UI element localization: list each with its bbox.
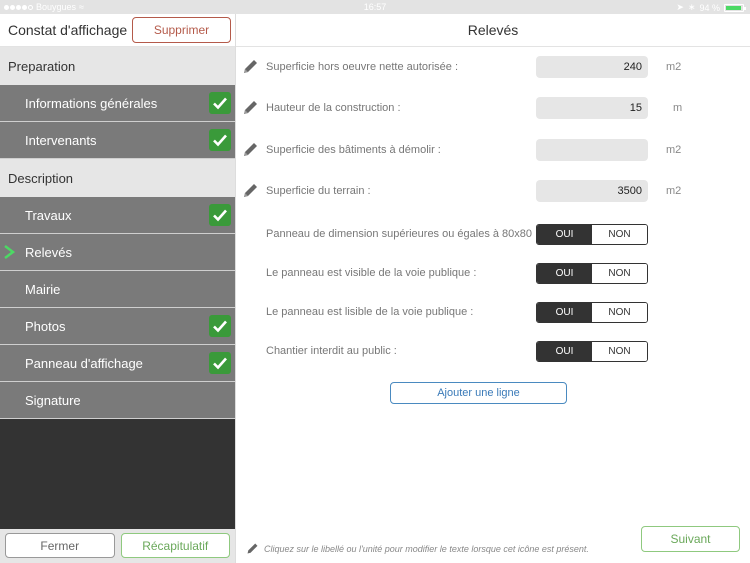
field-label[interactable]: Superficie des bâtiments à démolir : <box>266 144 441 156</box>
bluetooth-icon: ∗ <box>687 2 696 12</box>
checkmark-icon <box>209 352 231 374</box>
yes-no-toggle: OUI NON <box>536 223 648 245</box>
sidebar-item-label: Travaux <box>25 207 72 223</box>
sidebar-title: Constat d'affichage <box>8 22 128 38</box>
sidebar-item-signature[interactable]: Signature <box>0 382 235 419</box>
field-row: Superficie hors oeuvre nette autorisée :… <box>236 55 750 79</box>
toggle-row: Le panneau est visible de la voie publiq… <box>236 261 750 285</box>
toggle-label: Le panneau est visible de la voie publiq… <box>266 267 477 279</box>
yes-no-toggle: OUI NON <box>536 301 648 323</box>
sidebar-footer: Fermer Récapitulatif <box>0 529 235 563</box>
field-unit[interactable]: m2 <box>666 61 681 73</box>
field-label[interactable]: Superficie du terrain : <box>266 185 371 197</box>
page-title: Relevés <box>236 14 750 47</box>
sidebar-header: Constat d'affichage Supprimer <box>0 14 235 47</box>
field-label[interactable]: Superficie hors oeuvre nette autorisée : <box>266 61 458 73</box>
option-non[interactable]: NON <box>592 302 647 322</box>
pencil-icon[interactable] <box>242 58 259 75</box>
sidebar-item-mairie[interactable]: Mairie <box>0 271 235 308</box>
hint-text: Cliquez sur le libellé ou l'unité pour m… <box>264 543 589 554</box>
toggle-label: Le panneau est lisible de la voie publiq… <box>266 306 474 318</box>
field-unit[interactable]: m <box>673 102 682 114</box>
field-row: Superficie des bâtiments à démolir : m2 <box>236 138 750 162</box>
hint: Cliquez sur le libellé ou l'unité pour m… <box>246 542 589 555</box>
sidebar-item-label: Photos <box>25 318 66 334</box>
status-bar: Bouygues ≈ 16:57 ➤ ∗ 94 % <box>0 0 750 14</box>
pencil-icon[interactable] <box>242 182 259 199</box>
option-oui[interactable]: OUI <box>537 263 592 283</box>
main-panel: Relevés Superficie hors oeuvre nette aut… <box>235 14 750 563</box>
option-oui[interactable]: OUI <box>537 302 592 322</box>
sidebar-item-informations-generales[interactable]: Informations générales <box>0 85 235 122</box>
battery-percent: 94 % <box>699 2 720 13</box>
delete-button[interactable]: Supprimer <box>132 17 231 43</box>
sidebar-item-panneau-affichage[interactable]: Panneau d'affichage <box>0 345 235 382</box>
sidebar-item-photos[interactable]: Photos <box>0 308 235 345</box>
field-unit[interactable]: m2 <box>666 144 681 156</box>
sidebar-item-label: Signature <box>25 392 81 408</box>
option-non[interactable]: NON <box>592 263 647 283</box>
option-non[interactable]: NON <box>592 341 647 361</box>
sidebar-item-label: Panneau d'affichage <box>25 355 143 371</box>
close-button[interactable]: Fermer <box>5 533 115 558</box>
sidebar: Constat d'affichage Supprimer Preparatio… <box>0 14 235 563</box>
chevron-right-icon <box>4 245 15 259</box>
field-unit[interactable]: m2 <box>666 185 681 197</box>
sidebar-item-label: Mairie <box>25 281 61 297</box>
checkmark-icon <box>209 315 231 337</box>
sidebar-item-label: Informations générales <box>25 95 158 111</box>
toggle-label: Panneau de dimension supérieures ou égal… <box>266 228 539 240</box>
battery-icon <box>724 3 746 12</box>
checkmark-icon <box>209 204 231 226</box>
sidebar-item-travaux[interactable]: Travaux <box>0 197 235 234</box>
section-header-description: Description <box>0 159 235 197</box>
toggle-row: Le panneau est lisible de la voie publiq… <box>236 300 750 324</box>
field-input[interactable]: 240 <box>536 56 648 78</box>
pencil-icon <box>247 543 258 554</box>
toggle-row: Panneau de dimension supérieures ou égal… <box>236 222 750 246</box>
option-non[interactable]: NON <box>592 224 647 244</box>
checkmark-icon <box>209 92 231 114</box>
clock: 16:57 <box>363 2 387 12</box>
pencil-icon[interactable] <box>242 141 259 158</box>
yes-no-toggle: OUI NON <box>536 262 648 284</box>
next-button[interactable]: Suivant <box>641 526 740 552</box>
toggle-label: Chantier interdit au public : <box>266 345 397 357</box>
sidebar-item-intervenants[interactable]: Intervenants <box>0 122 235 159</box>
toggle-row: Chantier interdit au public : OUI NON <box>236 339 750 363</box>
summary-button[interactable]: Récapitulatif <box>120 533 230 558</box>
checkmark-icon <box>209 129 231 151</box>
location-icon: ➤ <box>676 2 684 12</box>
section-header-preparation: Preparation <box>0 47 235 85</box>
field-input[interactable]: 15 <box>536 97 648 119</box>
field-input[interactable] <box>536 139 648 161</box>
field-label[interactable]: Hauteur de la construction : <box>266 102 401 114</box>
field-row: Superficie du terrain : 3500 m2 <box>236 179 750 203</box>
sidebar-item-label: Relevés <box>25 244 72 260</box>
field-input[interactable]: 3500 <box>536 180 648 202</box>
option-oui[interactable]: OUI <box>537 224 592 244</box>
add-line-button[interactable]: Ajouter une ligne <box>390 382 567 404</box>
sidebar-item-releves[interactable]: Relevés <box>0 234 235 271</box>
sidebar-item-label: Intervenants <box>25 132 97 148</box>
option-oui[interactable]: OUI <box>537 341 592 361</box>
pencil-icon[interactable] <box>242 99 259 116</box>
field-row: Hauteur de la construction : 15 m <box>236 96 750 120</box>
yes-no-toggle: OUI NON <box>536 340 648 362</box>
